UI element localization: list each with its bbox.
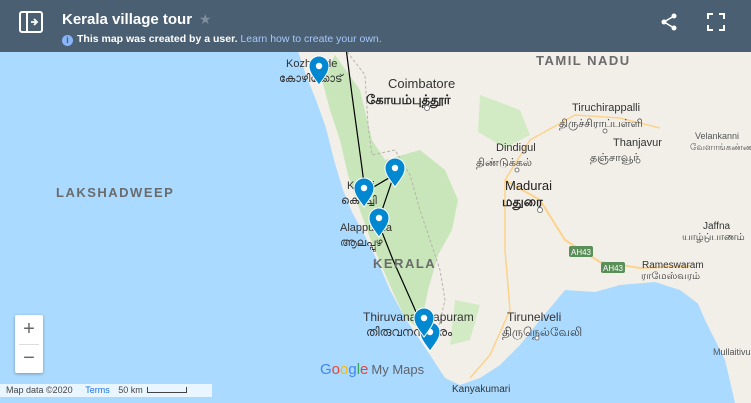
map-canvas[interactable]: AH43 AH43 TAMIL NADU LAKSHADWEEP KERALA … (0, 0, 751, 403)
zoom-divider (19, 344, 39, 345)
info-icon: i (62, 35, 73, 46)
city-dot-thanjavur (635, 158, 641, 164)
label-coimbatore-ta: கோயம்புத்தூர் (366, 92, 451, 108)
label-velankanni-ta: வேளாங்கண்ணி (690, 142, 751, 152)
share-icon[interactable] (660, 13, 678, 36)
road-shield-ah43: AH43 (569, 246, 593, 257)
label-kerala: KERALA (373, 256, 436, 271)
label-madurai: Madurai (505, 178, 552, 193)
google-my-maps-logo: Google My Maps (320, 361, 425, 378)
label-thanjavur: Thanjavur (613, 137, 662, 149)
label-velankanni: Velankanni (695, 131, 739, 141)
label-lakshadweep: LAKSHADWEEP (56, 185, 174, 200)
zoom-in-button[interactable]: + (15, 315, 43, 344)
city-dot-dindigul (514, 167, 520, 173)
zoom-controls: + − (15, 315, 43, 373)
city-dot-madurai (537, 207, 543, 213)
label-mullaitivu: Mullaitivu (713, 347, 751, 357)
label-thanjavur-ta: தஞ்சாவூர் (590, 152, 639, 164)
label-tiruchirappalli: Tiruchirappalli (572, 102, 640, 114)
scale-bar (146, 387, 187, 393)
label-tamil-nadu: TAMIL NADU (536, 53, 631, 68)
notice-text: This map was created by a user. (77, 33, 238, 45)
fullscreen-icon[interactable] (707, 13, 725, 36)
city-dot-jaffna (704, 237, 710, 243)
map-data-credit: Map data ©2020 (6, 385, 73, 395)
label-jaffna-ta: யாழ்ப்பாணம் (682, 232, 745, 243)
learn-more-link[interactable]: Learn how to create your own. (240, 33, 381, 45)
terms-link[interactable]: Terms (85, 385, 110, 395)
label-rameswaram-ta: ராமேஸ்வரம் (641, 271, 700, 282)
zoom-out-button[interactable]: − (15, 344, 43, 373)
star-icon[interactable]: ★ (199, 11, 212, 28)
city-dot-coimbatore (424, 105, 430, 111)
map-notice: i This map was created by a user. Learn h… (62, 33, 382, 46)
label-jaffna: Jaffna (703, 221, 730, 232)
label-tirunelveli-ta: திருநெல்வேலி (502, 325, 582, 340)
label-tiruchirappalli-ta: திருச்சிராப்பள்ளி (559, 118, 643, 130)
city-dot-tirunelveli (534, 335, 540, 341)
scale-label: 50 km (118, 385, 143, 395)
label-madurai-ta: மதுரை (502, 194, 543, 210)
city-dot-tiruchirappalli (602, 128, 608, 134)
road-shield-ah43-2: AH43 (601, 262, 625, 273)
label-dindigul: Dindigul (496, 142, 536, 154)
svg-text:AH43: AH43 (571, 248, 592, 257)
sidebar-toggle-icon[interactable] (19, 11, 43, 38)
map-header: Kerala village tour ★ i This map was crea… (0, 0, 751, 52)
label-tirunelveli: Tirunelveli (507, 310, 561, 324)
label-coimbatore: Coimbatore (388, 76, 455, 91)
map-footer: Map data ©2020 Terms 50 km (0, 384, 212, 397)
svg-text:AH43: AH43 (603, 264, 624, 273)
label-kanyakumari: Kanyakumari (452, 384, 510, 395)
map-title: Kerala village tour (62, 11, 193, 28)
label-dindigul-ta: திண்டுக்கல் (476, 157, 532, 169)
label-rameswaram: Rameswaram (642, 260, 704, 271)
